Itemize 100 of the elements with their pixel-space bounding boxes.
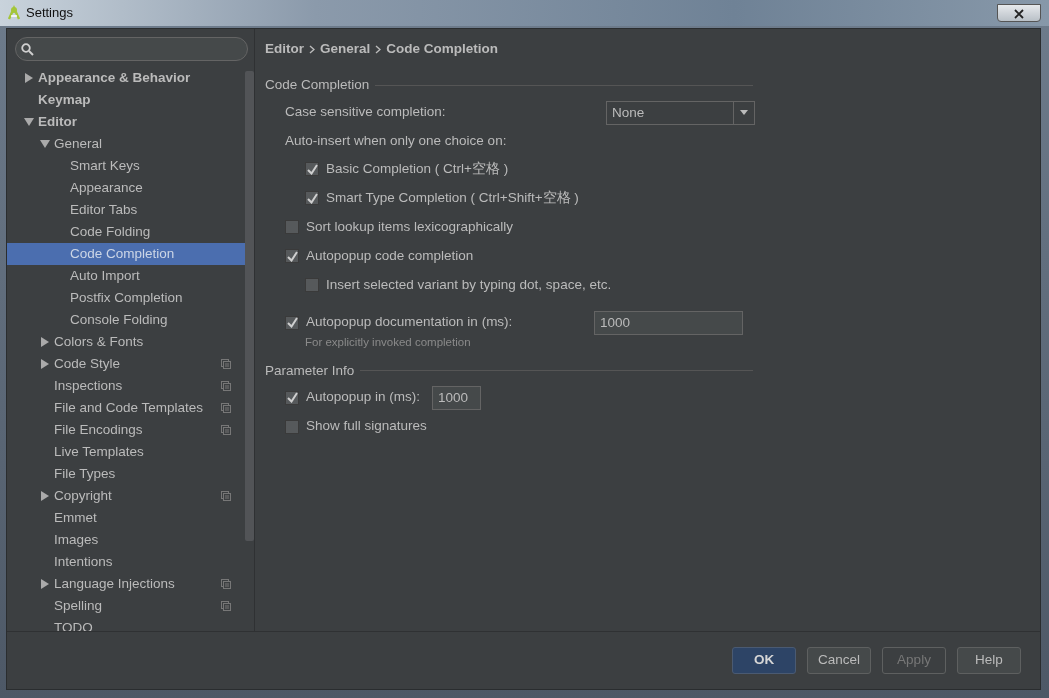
checkbox[interactable] <box>305 278 319 292</box>
case-sensitive-dropdown[interactable]: None <box>606 100 755 125</box>
tree-item[interactable]: Copyright <box>7 485 245 507</box>
tree-item[interactable]: Auto Import <box>7 265 245 287</box>
expanded-arrow-icon[interactable] <box>40 140 50 148</box>
dialog-button[interactable]: Help <box>957 647 1021 674</box>
tree-item-label: Spelling <box>54 596 103 615</box>
collapsed-arrow-icon[interactable] <box>41 337 49 347</box>
tree-item-label: Smart Keys <box>70 156 140 175</box>
tree-item-label: Editor <box>38 112 77 131</box>
breadcrumb-item: General <box>320 40 371 58</box>
checkbox[interactable] <box>285 315 299 330</box>
chevron-icon <box>375 44 382 54</box>
dropdown-arrow-icon <box>740 110 748 115</box>
checkbox-label[interactable]: Autopopup documentation in (ms): <box>306 312 594 333</box>
tree-item[interactable]: Appearance & Behavior <box>7 67 245 89</box>
checkbox-label[interactable]: Autopopup in (ms): <box>306 387 421 408</box>
tree-item[interactable]: Language Injections <box>7 573 245 595</box>
tree-item[interactable]: Colors & Fonts <box>7 331 245 353</box>
tree-item[interactable]: General <box>7 133 245 155</box>
checkbox-label[interactable]: Basic Completion ( Ctrl+空格 ) <box>326 158 509 180</box>
checkbox-label[interactable]: Show full signatures <box>306 416 427 437</box>
checkbox-label[interactable]: Sort lookup items lexicographically <box>306 216 514 238</box>
hint-text: For explicitly invoked completion <box>305 334 472 350</box>
tree-item-label: Appearance & Behavior <box>38 68 191 87</box>
tree-item-label: Auto Import <box>70 266 140 285</box>
tree-item[interactable]: Keymap <box>7 89 245 111</box>
tree-item-label: Console Folding <box>70 310 168 329</box>
checkbox-label[interactable]: Insert selected variant by typing dot, space, etc. <box>326 274 612 296</box>
tree-item-label: Copyright <box>54 486 112 505</box>
tree-item[interactable]: Code Completion <box>7 243 245 265</box>
checkmark-icon <box>306 163 318 175</box>
tree-item-label: File Encodings <box>54 420 143 439</box>
tree-item[interactable]: Spelling <box>7 595 245 617</box>
tree-item-label: Language Injections <box>54 574 175 593</box>
checkbox[interactable] <box>285 390 299 405</box>
tree-item[interactable]: Images <box>7 529 245 551</box>
tree-item-label: Editor Tabs <box>70 200 138 219</box>
close-icon <box>1014 9 1024 20</box>
tree-item-label: File Types <box>54 464 116 483</box>
tree-item-label: Live Templates <box>54 442 144 461</box>
scrollbar-thumb[interactable] <box>245 71 254 541</box>
collapsed-arrow-icon[interactable] <box>25 73 33 83</box>
expanded-arrow-icon[interactable] <box>24 118 34 126</box>
close-button[interactable] <box>997 4 1041 22</box>
collapsed-arrow-icon[interactable] <box>41 359 49 369</box>
checkmark-icon <box>306 192 318 204</box>
checkbox[interactable] <box>305 191 319 205</box>
tree-item[interactable]: Intentions <box>7 551 245 573</box>
tree-item[interactable]: Appearance <box>7 177 245 199</box>
search-field[interactable] <box>15 37 248 61</box>
dialog-button[interactable]: OK <box>732 647 796 674</box>
collapsed-arrow-icon[interactable] <box>41 491 49 501</box>
tree-item[interactable]: File Types <box>7 463 245 485</box>
checkmark-icon <box>286 317 298 328</box>
window-title: Settings <box>26 4 73 23</box>
section-title: Code Completion <box>265 76 370 95</box>
tree-item-label: Appearance <box>70 178 143 197</box>
chevron-icon <box>309 44 315 54</box>
tree-item-label: Postfix Completion <box>70 288 183 307</box>
breadcrumb-item: Code Completion <box>386 40 499 58</box>
tree-item[interactable]: Console Folding <box>7 309 245 331</box>
tree-item[interactable]: Editor Tabs <box>7 199 245 221</box>
checkbox[interactable] <box>305 162 319 176</box>
collapsed-arrow-icon[interactable] <box>41 579 49 589</box>
tree-item[interactable]: Editor <box>7 111 245 133</box>
tree-item[interactable]: Code Folding <box>7 221 245 243</box>
checkbox-label[interactable]: Autopopup code completion <box>306 245 474 267</box>
checkbox[interactable] <box>285 249 299 263</box>
dialog-button[interactable]: Cancel <box>807 647 871 674</box>
tree-item-label: Intentions <box>54 552 113 571</box>
tree-item-label: Colors & Fonts <box>54 332 144 351</box>
tree-item-label: Emmet <box>54 508 97 527</box>
number-field[interactable]: 1000 <box>432 385 482 410</box>
checkmark-icon <box>286 392 298 403</box>
tree-item-label: Inspections <box>54 376 123 395</box>
tree-item[interactable]: Code Style <box>7 353 245 375</box>
breadcrumb-item: Editor <box>265 40 304 58</box>
tree-item[interactable]: File Encodings <box>7 419 245 441</box>
tree-item-label: Keymap <box>38 90 91 109</box>
tree-item-label: General <box>54 134 103 153</box>
tree-item-label: Code Style <box>54 354 121 373</box>
field-label: Case sensitive completion: <box>285 103 447 122</box>
tree-item-label: Code Completion <box>70 244 175 263</box>
checkbox-label[interactable]: Smart Type Completion ( Ctrl+Shift+空格 ) <box>326 187 579 209</box>
tree-item[interactable]: Inspections <box>7 375 245 397</box>
tree-item[interactable]: Emmet <box>7 507 245 529</box>
tree-item[interactable]: File and Code Templates <box>7 397 245 419</box>
tree-item-label: File and Code Templates <box>54 398 204 417</box>
section-title: Parameter Info <box>265 361 355 380</box>
tree-item[interactable]: Postfix Completion <box>7 287 245 309</box>
checkbox[interactable] <box>285 220 299 234</box>
number-field[interactable]: 1000 <box>594 310 743 335</box>
tree-item[interactable]: Smart Keys <box>7 155 245 177</box>
search-icon <box>21 42 34 56</box>
group-label: Auto-insert when only one choice on: <box>285 131 507 150</box>
tree-item-label: Images <box>54 530 99 549</box>
tree-item[interactable]: Live Templates <box>7 441 245 463</box>
checkmark-icon <box>286 250 298 262</box>
checkbox[interactable] <box>285 419 299 434</box>
